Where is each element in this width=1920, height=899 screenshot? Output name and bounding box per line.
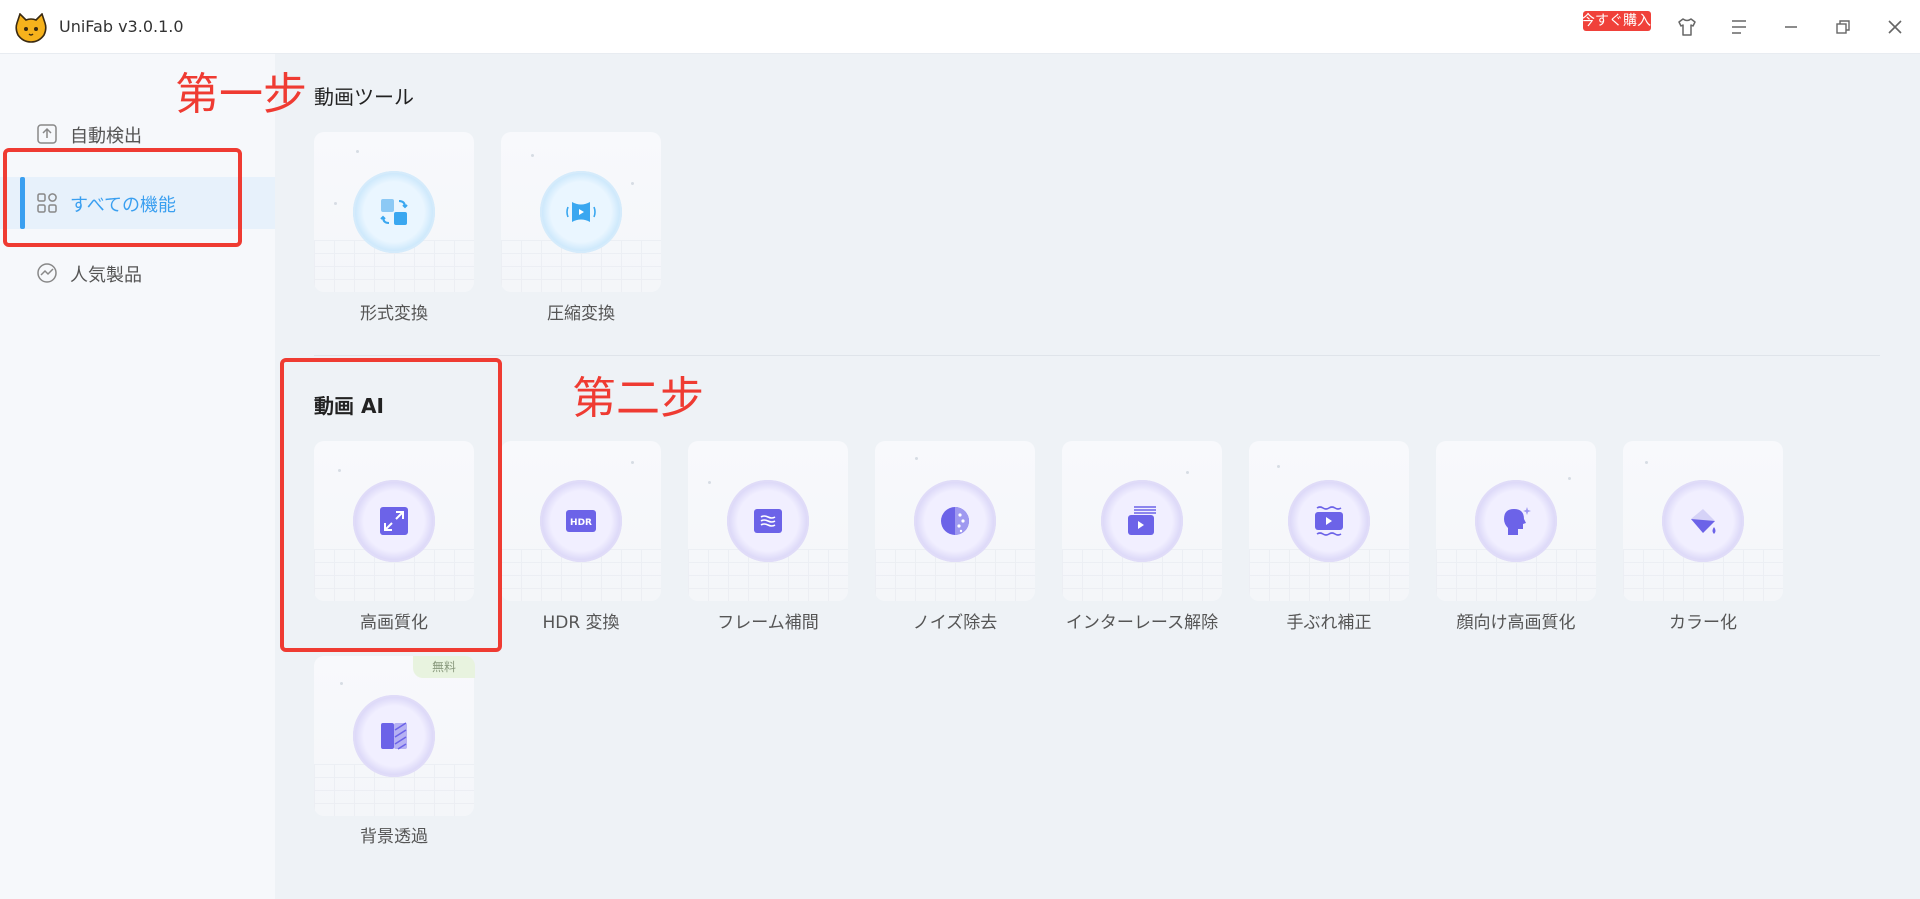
feature-card-stabilize[interactable] [1249, 441, 1409, 601]
feature-label: インターレース解除 [1065, 613, 1219, 633]
app-title: UniFab v3.0.1.0 [59, 17, 184, 36]
svg-text:HDR: HDR [570, 518, 592, 528]
sidebar-item-label: 人気製品 [70, 265, 142, 286]
annotation-step2: 第二步 [572, 373, 704, 424]
deinterlace-icon [1128, 506, 1156, 535]
buy-now-button[interactable]: 今すぐ購入 [1583, 11, 1651, 31]
convert-icon [380, 199, 408, 225]
feature-card-colorize[interactable] [1623, 441, 1783, 601]
title-bar: UniFab v3.0.1.0 今すぐ購入 [0, 0, 1920, 54]
restore-icon[interactable] [1833, 17, 1853, 37]
free-badge: 無料 [413, 656, 475, 678]
feature-card-denoise[interactable] [875, 441, 1035, 601]
close-icon[interactable] [1885, 17, 1905, 37]
sidebar-item-label: 自動検出 [70, 126, 142, 147]
annotation-box-step2 [280, 358, 502, 652]
feature-label: 顔向け高画質化 [1456, 613, 1576, 633]
minimize-icon[interactable] [1781, 17, 1801, 37]
compress-icon [566, 202, 596, 222]
menu-icon[interactable] [1729, 17, 1749, 37]
sidebar-item-popular-products[interactable]: 人気製品 [0, 247, 275, 299]
colorize-icon [1691, 509, 1716, 534]
feature-label: 背景透過 [360, 827, 428, 847]
feature-label: カラー化 [1669, 613, 1737, 633]
trend-icon [37, 263, 57, 283]
hdr-icon: HDR [566, 510, 596, 532]
feature-label: 形式変換 [360, 304, 428, 324]
feature-label: HDR 変換 [542, 613, 620, 633]
feature-label: 圧縮変換 [547, 304, 615, 324]
feature-card-convert[interactable] [314, 132, 474, 292]
feature-card-deinterlace[interactable] [1062, 441, 1222, 601]
shirt-icon[interactable] [1677, 17, 1697, 37]
feature-card-hdr[interactable]: HDR [501, 441, 661, 601]
face-enhance-icon [1504, 507, 1531, 535]
feature-card-face-enhance[interactable] [1436, 441, 1596, 601]
stabilize-icon [1315, 506, 1343, 536]
background-remove-icon [381, 722, 407, 750]
section-title-video-tools: 動画ツール [314, 85, 414, 109]
cat-logo-icon [15, 13, 47, 43]
feature-label: フレーム補間 [717, 613, 819, 633]
feature-label: 手ぶれ補正 [1286, 613, 1372, 633]
frame-interpolation-icon [754, 509, 782, 533]
annotation-step1: 第一步 [175, 69, 307, 120]
feature-card-background-remove[interactable] [314, 656, 474, 816]
auto-detect-icon [37, 124, 57, 144]
annotation-box-step1 [3, 148, 242, 247]
feature-card-compress[interactable] [501, 132, 661, 292]
denoise-icon [941, 507, 969, 535]
feature-card-frame-interpolation[interactable] [688, 441, 848, 601]
feature-label: ノイズ除去 [912, 613, 998, 633]
section-divider [314, 355, 1880, 356]
